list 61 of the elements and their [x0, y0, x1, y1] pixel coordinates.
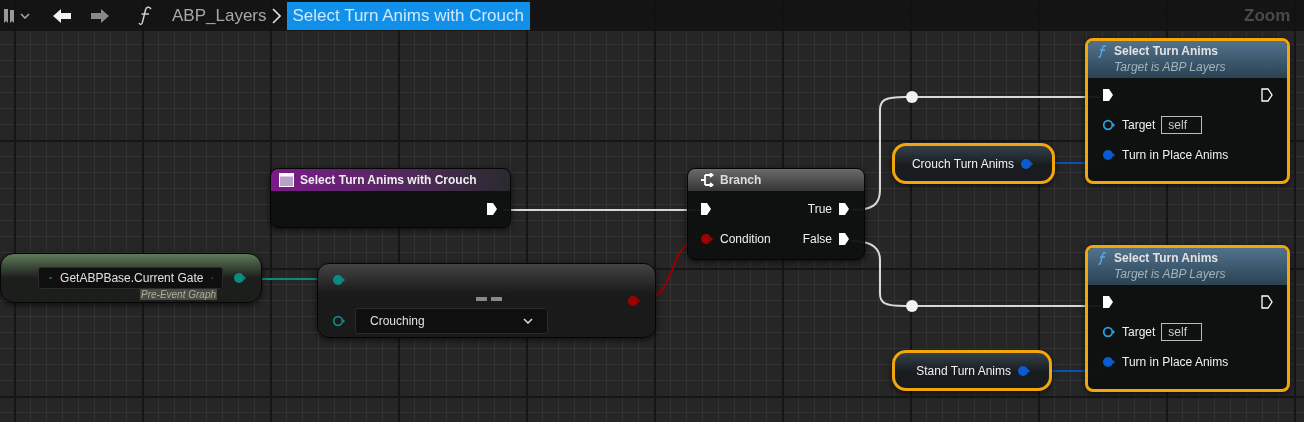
node-subtitle: Target is ABP Layers: [1114, 60, 1227, 74]
breadcrumb-link[interactable]: ABP_Layers: [172, 5, 267, 26]
struct-pin[interactable]: [1020, 157, 1034, 170]
compare-node[interactable]: Crouching: [317, 263, 656, 338]
chevron-icon[interactable]: [20, 12, 30, 19]
variable-label: Crouch Turn Anims: [911, 156, 1014, 171]
struct-pin[interactable]: [1102, 356, 1116, 368]
branch-icon: [700, 173, 714, 187]
pin-label: Turn in Place Anims: [1122, 148, 1229, 162]
exec-pin[interactable]: [838, 202, 850, 216]
exec-pin[interactable]: [700, 202, 712, 216]
pin-label: Condition: [720, 232, 771, 246]
event-icon: [279, 173, 294, 187]
forward-arrow-icon[interactable]: [90, 7, 110, 24]
exec-pin[interactable]: [1102, 88, 1114, 102]
bookmark-icon[interactable]: [3, 7, 15, 24]
enum-pin[interactable]: [332, 315, 346, 327]
pin-label: Turn in Place Anims: [1122, 355, 1229, 369]
zoom-label: Zoom: [1244, 6, 1291, 26]
exec-pin[interactable]: [1102, 295, 1114, 309]
getter-node[interactable]: GetABPBase.Current Gate Pre-Event Graph: [0, 253, 262, 303]
chevron-icon: [271, 7, 281, 24]
object-pin[interactable]: [1102, 326, 1116, 338]
function-icon: [1098, 44, 1107, 58]
chevron-icon: [523, 318, 533, 324]
variable-label: Stand Turn Anims: [916, 363, 1011, 378]
self-field[interactable]: self: [1161, 116, 1203, 134]
function-icon: [1098, 251, 1107, 265]
node-subtitle: Target is ABP Layers: [1114, 267, 1227, 281]
struct-pin[interactable]: [1102, 149, 1116, 161]
exec-pin[interactable]: [1261, 295, 1273, 309]
exec-pin[interactable]: [486, 202, 498, 216]
pin-label: True: [807, 202, 832, 216]
exec-pin[interactable]: [1261, 88, 1273, 102]
reroute-node[interactable]: [906, 300, 918, 312]
context-label: Pre-Event Graph: [140, 289, 218, 300]
enum-pin[interactable]: [332, 274, 346, 286]
pin-label: False: [802, 232, 832, 246]
node-title: Select Turn Anims: [1114, 251, 1219, 265]
object-pin[interactable]: [1102, 119, 1116, 131]
reroute-node[interactable]: [906, 91, 918, 103]
variable-node[interactable]: Stand Turn Anims: [892, 350, 1052, 391]
exec-pin[interactable]: [838, 232, 850, 246]
function-node[interactable]: Select Turn Anims Target is ABP Layers Target self Turn in Place Anims: [1085, 245, 1290, 392]
node-title: Select Turn Anims with Crouch: [300, 173, 477, 187]
enum-pin[interactable]: [233, 272, 247, 284]
variable-node[interactable]: Crouch Turn Anims: [892, 143, 1055, 184]
pin-label: Target: [1122, 118, 1156, 132]
enum-dropdown[interactable]: Crouching: [355, 308, 548, 334]
node-title: Select Turn Anims: [1114, 44, 1219, 58]
event-node[interactable]: Select Turn Anims with Crouch: [270, 168, 511, 228]
self-field[interactable]: self: [1161, 323, 1203, 341]
node-title: Branch: [720, 173, 762, 187]
function-icon: [138, 5, 152, 26]
enum-dropdown[interactable]: GetABPBase.Current Gate: [38, 267, 223, 289]
struct-pin[interactable]: [1017, 364, 1031, 377]
pin-label: Target: [1122, 325, 1156, 339]
branch-node[interactable]: Branch True Condition False: [687, 168, 865, 260]
back-arrow-icon[interactable]: [52, 7, 72, 24]
function-node[interactable]: Select Turn Anims Target is ABP Layers Target self Turn in Place Anims: [1085, 38, 1290, 184]
equals-icon: [476, 297, 502, 301]
